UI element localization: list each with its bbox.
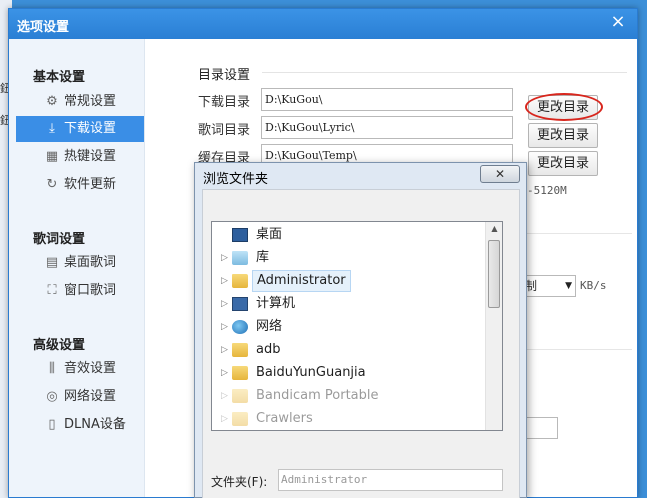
section-title-advanced: 高级设置 [33,338,86,353]
browse-folder-dialog: 浏览文件夹 ✕ 桌面 ▷ 库 ▷ Administrator ▷ 计算机 ▷ 网… [194,162,527,498]
sidebar-item-general[interactable]: ⚙ 常规设置 [16,89,144,115]
tree-item-label: 计算机 [256,296,296,311]
cache-range-text: -5120M [527,184,567,197]
tree-item-label: Administrator [252,270,351,292]
tree-item-label: Bandicam Portable [256,388,379,403]
keyboard-icon: ▦ [45,149,59,164]
sidebar-item-sound-effects[interactable]: ⫼ 音效设置 [16,356,144,382]
speed-limit-select[interactable]: 制 ▼ [520,275,576,297]
tree-item-label: Crawlers [256,411,313,426]
directory-settings-heading: 目录设置 [198,68,251,83]
dialog-title: 选项设置 [17,20,70,35]
update-icon: ↻ [46,177,58,192]
sidebar-item-label: 软件更新 [64,177,117,192]
tree-item-label: 库 [256,250,270,265]
folder-name-input[interactable]: Administrator [278,469,503,491]
speed-unit-label: KB/s [580,279,607,292]
library-icon [232,251,248,265]
folder-field-label: 文件夹(F): [211,475,268,489]
section-divider [526,349,632,350]
title-bar: 选项设置 × [9,9,637,39]
sidebar-item-label: DLNA设备 [64,417,126,432]
download-dir-label: 下载目录 [198,95,251,110]
expand-arrow-icon[interactable]: ▷ [221,270,228,292]
tree-item-label: 网络 [256,319,283,334]
tree-item-administrator[interactable]: ▷ Administrator [212,270,482,292]
tree-item-adb[interactable]: ▷ adb [212,339,482,361]
window-lyrics-icon: ⛶ [47,283,57,298]
sidebar-item-label: 热键设置 [64,149,117,164]
section-title-lyrics: 歌词设置 [33,232,86,247]
desktop-icon [232,228,248,242]
scroll-up-icon[interactable]: ▲ [486,224,502,233]
tree-item-baiduyunguanjia[interactable]: ▷ BaiduYunGuanjia [212,362,482,384]
sidebar-item-window-lyrics[interactable]: ⛶ 窗口歌词 [16,278,144,304]
close-icon[interactable]: ✕ [480,165,520,183]
sidebar-item-download[interactable]: ⤓ 下载设置 [16,116,144,142]
folder-icon [232,412,248,426]
section-title-basic: 基本设置 [33,70,86,85]
tree-item-label: BaiduYunGuanjia [256,365,366,380]
close-icon[interactable]: × [609,13,627,31]
chevron-down-icon: ▼ [565,281,572,291]
sidebar-item-dlna[interactable]: ▯ DLNA设备 [16,412,144,438]
tree-item-label: 桌面 [256,227,283,242]
download-dir-input[interactable]: D:\KuGou\ [261,88,513,111]
sidebar-item-label: 常规设置 [64,94,117,109]
lyrics-dir-label: 歌词目录 [198,123,251,138]
section-divider [526,233,632,234]
download-icon: ⤓ [49,121,55,136]
expand-arrow-icon[interactable]: ▷ [221,316,228,338]
sidebar-item-label: 桌面歌词 [64,255,117,270]
expand-arrow-icon[interactable]: ▷ [221,408,228,430]
sidebar-item-label: 网络设置 [64,389,117,404]
sidebar-item-update[interactable]: ↻ 软件更新 [16,172,144,198]
tree-item-computer[interactable]: ▷ 计算机 [212,293,482,315]
folder-tree[interactable]: 桌面 ▷ 库 ▷ Administrator ▷ 计算机 ▷ 网络 ▷ adb [211,221,503,431]
highlight-annotation [525,93,603,121]
network-icon: ◎ [46,389,58,404]
browse-dialog-title: 浏览文件夹 [203,172,269,187]
tree-item-library[interactable]: ▷ 库 [212,247,482,269]
computer-icon [232,297,248,311]
expand-arrow-icon[interactable]: ▷ [221,339,228,361]
expand-arrow-icon[interactable]: ▷ [221,362,228,384]
network-globe-icon [232,320,248,334]
tree-item-network[interactable]: ▷ 网络 [212,316,482,338]
folder-icon [232,343,248,357]
equalizer-icon: ⫼ [49,361,55,376]
settings-sidebar: 基本设置 ⚙ 常规设置 ⤓ 下载设置 ▦ 热键设置 ↻ 软件更新 歌词设置 ▤ … [9,39,145,497]
gear-icon: ⚙ [46,94,58,109]
folder-icon [232,389,248,403]
tree-item-bandicam-portable[interactable]: ▷ Bandicam Portable [212,385,482,407]
tree-scrollbar[interactable]: ▲ [485,222,502,430]
tree-item-crawlers[interactable]: ▷ Crawlers [212,408,482,430]
expand-arrow-icon[interactable]: ▷ [221,293,228,315]
expand-arrow-icon[interactable]: ▷ [221,385,228,407]
expand-arrow-icon[interactable]: ▷ [221,247,228,269]
sidebar-item-hotkeys[interactable]: ▦ 热键设置 [16,144,144,170]
user-folder-icon [232,274,248,288]
tree-item-label: adb [256,342,281,357]
lyrics-dir-input[interactable]: D:\KuGou\Lyric\ [261,116,513,139]
sidebar-item-label: 窗口歌词 [64,283,117,298]
folder-icon [232,366,248,380]
scrollbar-thumb[interactable] [488,240,500,308]
sidebar-item-desktop-lyrics[interactable]: ▤ 桌面歌词 [16,250,144,276]
tree-item-desktop[interactable]: 桌面 [212,224,482,246]
sidebar-item-label: 下载设置 [64,121,117,136]
heading-divider [262,72,627,73]
device-icon: ▯ [48,417,56,432]
sidebar-item-label: 音效设置 [64,361,117,376]
text-input-fragment[interactable] [522,417,558,439]
sidebar-item-network[interactable]: ◎ 网络设置 [16,384,144,410]
change-lyrics-dir-button[interactable]: 更改目录 [528,123,598,148]
change-cache-dir-button[interactable]: 更改目录 [528,151,598,176]
desktop-lyrics-icon: ▤ [45,255,59,270]
